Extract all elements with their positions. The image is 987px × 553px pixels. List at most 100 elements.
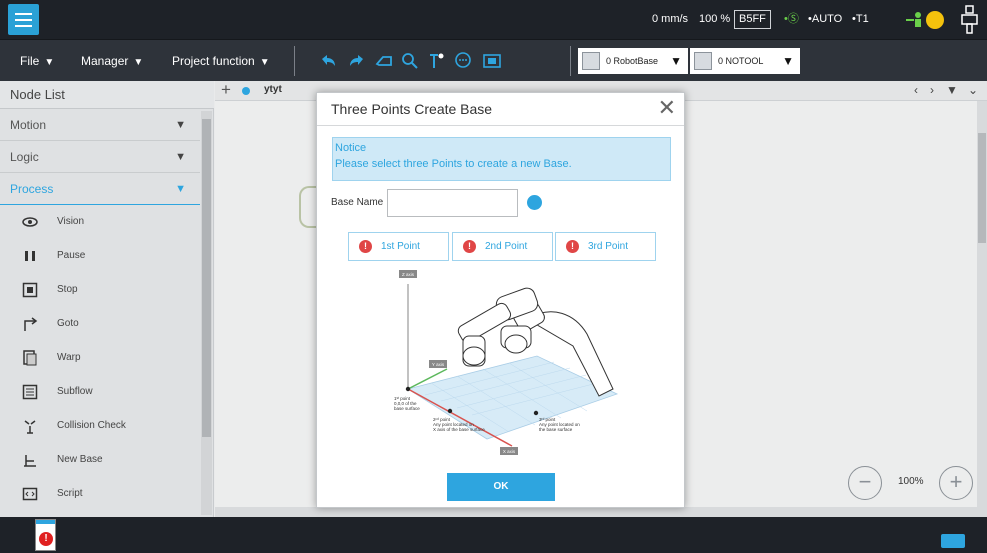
add-tab-icon[interactable]: + [221, 80, 231, 100]
stop-icon [22, 282, 38, 298]
second-point-label: 2nd Point [485, 241, 528, 252]
category-process[interactable]: Process ▼ [0, 174, 200, 205]
menu-divider [570, 46, 571, 76]
node-item-warp[interactable]: Warp [0, 341, 200, 375]
hamburger-line-icon [15, 13, 32, 15]
node-item-label: Goto [57, 318, 79, 329]
app-root: 0 mm/s 100 % B5FF •Ⓢ •AUTO •T1 File ▼ Man… [0, 0, 987, 553]
warning-icon: ! [463, 240, 476, 253]
hand-guide-icon[interactable] [957, 4, 981, 35]
node-item-label: Script [57, 488, 83, 499]
node-item-vision[interactable]: Vision [0, 205, 200, 239]
node-item-stop[interactable]: Stop [0, 273, 200, 307]
bottom-bar: ! [0, 517, 987, 553]
warp-icon [23, 350, 37, 366]
undo-icon[interactable] [318, 51, 338, 71]
zoom-level: 100% [898, 476, 924, 487]
node-item-pause[interactable]: Pause [0, 239, 200, 273]
node-item-label: New Base [57, 454, 103, 465]
base-name-keyboard-icon[interactable] [527, 195, 542, 210]
notice-box: Notice Please select three Points to cre… [332, 137, 671, 181]
menu-file[interactable]: File ▼ [20, 40, 54, 82]
node-item-label: Warp [57, 352, 81, 363]
scrollbar-thumb[interactable] [202, 119, 211, 437]
ok-button[interactable]: OK [447, 473, 555, 501]
dialog-title: Three Points Create Base [331, 101, 493, 117]
pause-icon [25, 251, 35, 261]
screen-capture-icon[interactable] [482, 51, 502, 71]
base-select[interactable]: 0 RobotBase ▼ [578, 48, 688, 74]
mode-auto-indicator: •AUTO [808, 0, 842, 39]
tab-next-icon[interactable]: › [930, 83, 934, 97]
speed-readout: 0 mm/s [652, 13, 689, 25]
script-icon [22, 487, 38, 501]
category-label: Process [10, 182, 54, 196]
redo-icon[interactable] [347, 51, 367, 71]
point-teach-icon[interactable] [426, 51, 446, 71]
z-axis-label: Z axis [402, 272, 415, 277]
node-item-label: Stop [57, 284, 78, 295]
third-point-marker [533, 410, 539, 416]
zoom-in-button[interactable]: + [939, 466, 973, 500]
node-item-subflow[interactable]: Subflow [0, 375, 200, 409]
zoom-out-button[interactable]: − [848, 466, 882, 500]
node-item-label: Pause [57, 250, 86, 261]
chevron-down-icon: ▼ [44, 57, 55, 68]
node-item-goto[interactable]: Goto [0, 307, 200, 341]
keyboard-icon[interactable] [941, 534, 965, 548]
eye-icon [22, 217, 38, 227]
canvas-scrollbar-horizontal[interactable] [215, 507, 987, 517]
filter-icon[interactable]: ▼ [946, 83, 958, 97]
category-motion[interactable]: Motion ▼ [0, 110, 200, 141]
node-list-title: Node List [0, 81, 214, 109]
hamburger-line-icon [15, 25, 32, 27]
three-points-create-base-dialog: Three Points Create Base ✕ Notice Please… [316, 92, 685, 508]
robot-status-icon[interactable] [906, 11, 924, 29]
three-point-base-illustration: Z axis Y axis X axis 1ˢᵗ point 0,0,0 of … [394, 270, 619, 455]
tool-select[interactable]: 0 NOTOOL ▼ [690, 48, 800, 74]
comment-icon[interactable] [453, 51, 473, 71]
alert-notification-button[interactable]: ! [35, 519, 56, 551]
node-list-scrollbar[interactable] [201, 111, 212, 515]
category-label: Logic [10, 150, 39, 164]
third-point-button[interactable]: ! 3rd Point [555, 232, 656, 261]
chevron-down-icon: ▼ [175, 183, 186, 195]
subflow-icon [22, 384, 38, 400]
base-name-input[interactable] [387, 189, 518, 217]
search-icon[interactable] [400, 51, 420, 71]
hamburger-menu-button[interactable] [8, 4, 39, 35]
chevron-down-icon: ▼ [782, 54, 794, 68]
node-item-new-base[interactable]: New Base [0, 443, 200, 477]
y-axis-label: Y axis [432, 362, 445, 367]
scrollbar-thumb[interactable] [978, 133, 986, 243]
third-point-note-line2: the base surface [539, 427, 573, 432]
warning-icon: ! [359, 240, 372, 253]
second-point-marker [447, 408, 453, 414]
collision-icon [24, 420, 36, 434]
node-item-collision-check[interactable]: Collision Check [0, 409, 200, 443]
speed-percent: 100 % [699, 13, 731, 25]
close-icon[interactable]: ✕ [658, 95, 676, 121]
canvas-scrollbar-vertical[interactable] [977, 101, 987, 507]
warning-icon: ! [566, 240, 579, 253]
second-point-button[interactable]: ! 2nd Point [452, 232, 553, 261]
hamburger-line-icon [15, 19, 32, 21]
category-logic[interactable]: Logic ▼ [0, 142, 200, 173]
top-status-bar: 0 mm/s 100 % B5FF •Ⓢ •AUTO •T1 [0, 0, 987, 39]
project-tab[interactable]: ytyt [264, 84, 282, 95]
chevron-down-icon[interactable]: ⌄ [968, 83, 978, 97]
tab-status-dot [242, 87, 250, 95]
eraser-icon[interactable] [374, 51, 394, 71]
tab-prev-icon[interactable]: ‹ [914, 83, 918, 97]
category-label: Motion [10, 118, 47, 132]
menu-project-function[interactable]: Project function ▼ [172, 40, 270, 82]
first-point-label: 1st Point [381, 241, 420, 252]
menu-manager[interactable]: Manager ▼ [81, 40, 143, 82]
menu-file-label: File [20, 54, 40, 68]
first-point-button[interactable]: ! 1st Point [348, 232, 449, 261]
node-item-label: Vision [57, 216, 85, 227]
third-point-label: 3rd Point [588, 241, 629, 252]
menu-divider [294, 46, 295, 76]
node-item-script[interactable]: Script [0, 477, 200, 511]
light-indicator-icon[interactable] [926, 11, 944, 29]
